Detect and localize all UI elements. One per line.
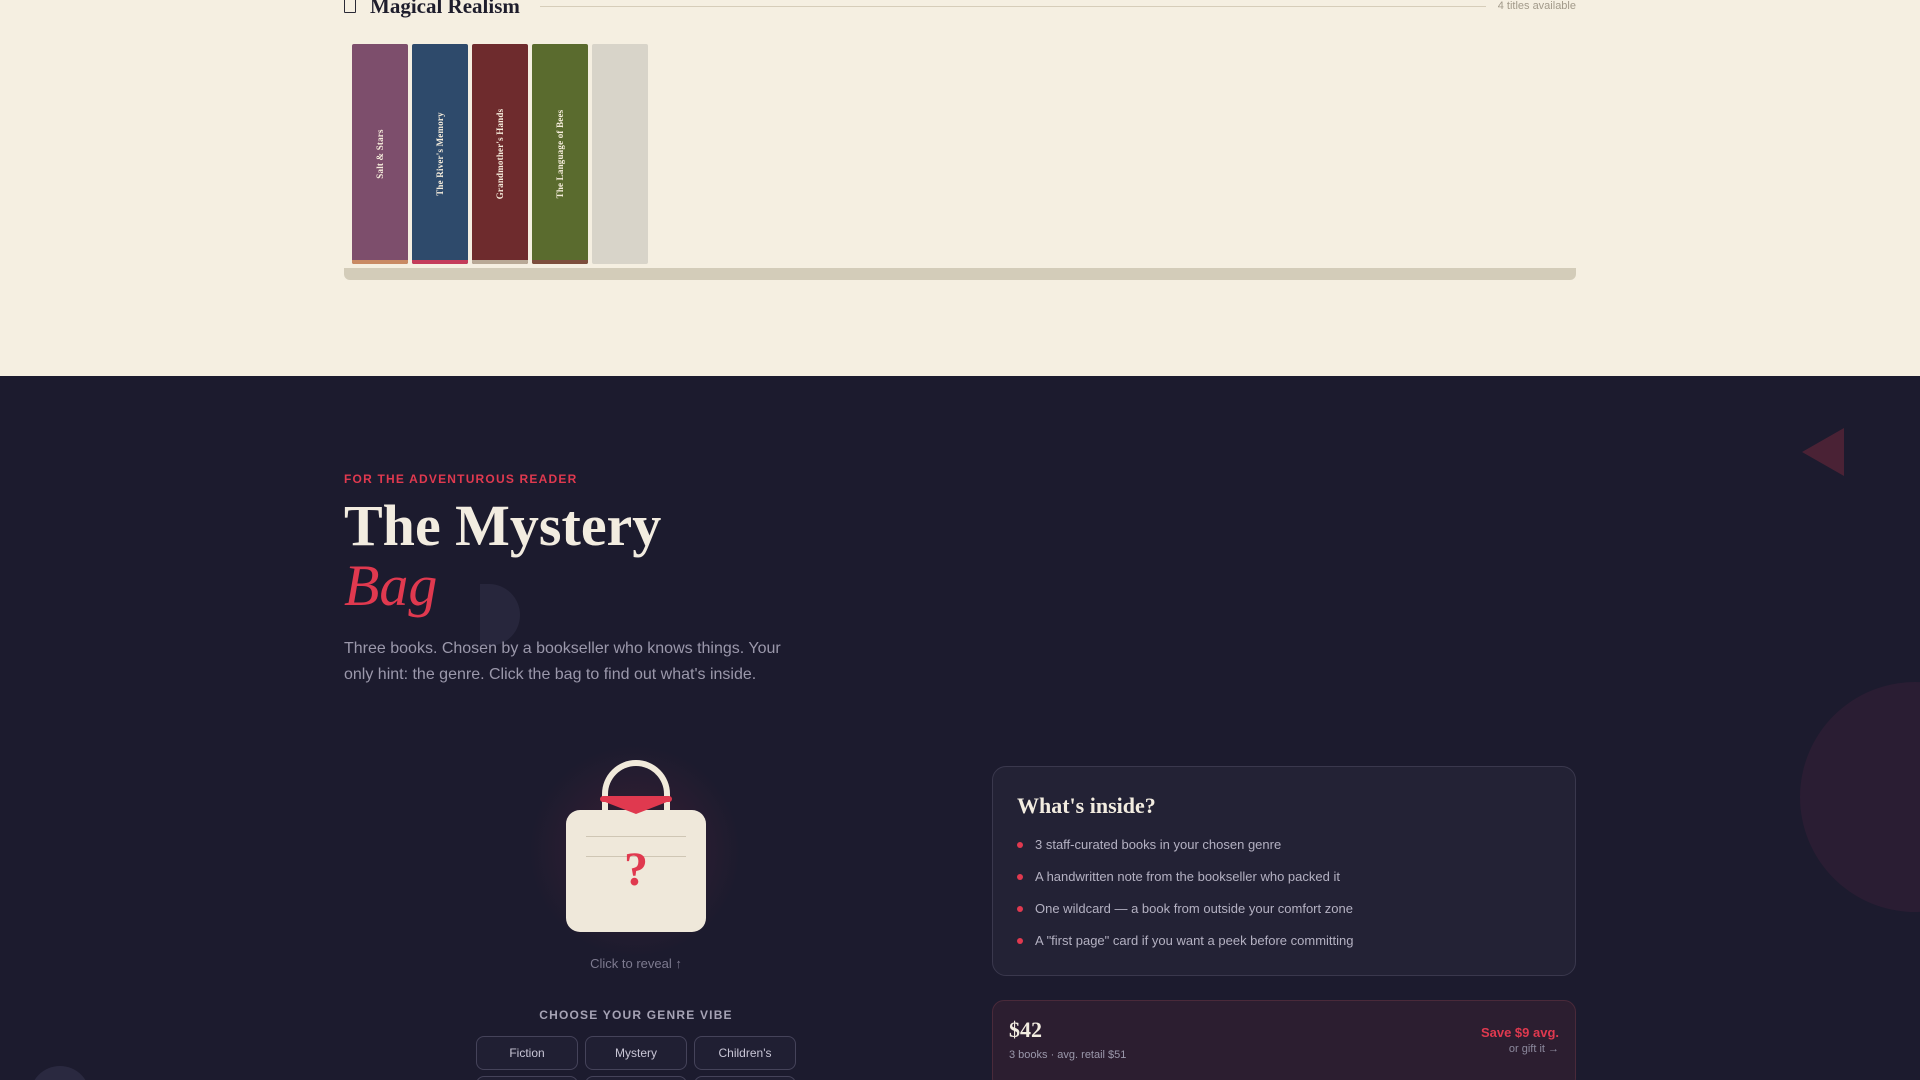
genre-chip-mystery[interactable]: Mystery bbox=[585, 1036, 687, 1070]
decorative-circle bbox=[1800, 682, 1920, 912]
bag-fold-line bbox=[586, 836, 686, 837]
genre-chip[interactable] bbox=[585, 1076, 687, 1080]
book-spine-title: The Language of Bees bbox=[555, 109, 565, 199]
book-spine-base bbox=[472, 260, 528, 264]
section-title: The Mystery bbox=[344, 493, 662, 558]
genre-chip[interactable] bbox=[476, 1076, 578, 1080]
bag-body: ? bbox=[566, 810, 706, 932]
book-spine[interactable]: Grandmother's Hands bbox=[472, 44, 528, 264]
whats-inside-card: What's inside? 3 staff-curated books in … bbox=[992, 766, 1576, 976]
list-item: One wildcard — a book from outside your … bbox=[1017, 901, 1354, 933]
shelf-count: 4 titles available bbox=[1497, 0, 1576, 12]
list-item: 3 staff-curated books in your chosen gen… bbox=[1017, 837, 1354, 869]
shelf-section: Magical Realism 4 titles available Salt … bbox=[0, 0, 1920, 376]
whats-inside-list: 3 staff-curated books in your chosen gen… bbox=[1017, 837, 1354, 965]
bag-ribbon-bow bbox=[600, 800, 672, 814]
shelf-board bbox=[344, 268, 1576, 280]
book-spine[interactable]: The River's Memory bbox=[412, 44, 468, 264]
book-spine-title: The River's Memory bbox=[435, 112, 445, 196]
savings-badge: Save $9 avg. bbox=[1480, 1025, 1559, 1040]
decorative-triangle bbox=[1802, 428, 1844, 476]
mystery-bag-button[interactable]: ? bbox=[564, 760, 708, 936]
mystery-bag-section: FOR THE ADVENTUROUS READER The Mystery B… bbox=[0, 376, 1920, 1080]
book-icon bbox=[344, 0, 356, 13]
section-subtitle: Three books. Chosen by a bookseller who … bbox=[344, 640, 781, 683]
section-eyebrow: FOR THE ADVENTUROUS READER bbox=[344, 472, 578, 486]
shelf-title: Magical Realism bbox=[370, 0, 520, 18]
book-spine-title: Salt & Stars bbox=[375, 129, 385, 179]
genre-chip-fiction[interactable]: Fiction bbox=[476, 1036, 578, 1070]
question-mark-icon: ? bbox=[624, 843, 648, 896]
price-card: $42 3 books · avg. retail $51 Save $9 av… bbox=[992, 1000, 1576, 1080]
book-spine-base bbox=[352, 260, 408, 264]
book-spine-base bbox=[412, 260, 468, 264]
genre-label: CHOOSE YOUR GENRE VIBE bbox=[539, 1008, 733, 1022]
shelf-divider bbox=[539, 5, 1486, 7]
price: $42 bbox=[1009, 1017, 1042, 1042]
reveal-hint: Click to reveal ↑ bbox=[590, 956, 682, 971]
book-spine-base bbox=[532, 260, 588, 264]
gift-link[interactable]: or gift it → bbox=[1509, 1043, 1559, 1055]
whats-inside-title: What's inside? bbox=[1017, 793, 1156, 818]
book-spine-title: Grandmother's Hands bbox=[495, 108, 505, 200]
price-detail: 3 books · avg. retail $51 bbox=[1009, 1049, 1127, 1061]
shelf-header: Magical Realism 4 titles available bbox=[344, 0, 1576, 20]
genre-chip[interactable] bbox=[694, 1076, 796, 1080]
decorative-circle bbox=[30, 1066, 90, 1080]
book-placeholder bbox=[592, 44, 648, 264]
list-item: A "first page" card if you want a peek b… bbox=[1017, 933, 1354, 965]
book-spine[interactable]: The Language of Bees bbox=[532, 44, 588, 264]
book-spine[interactable]: Salt & Stars bbox=[352, 44, 408, 264]
list-item: A handwritten note from the bookseller w… bbox=[1017, 869, 1354, 901]
section-title-accent: Bag bbox=[344, 553, 438, 618]
genre-chip-childrens[interactable]: Children's bbox=[694, 1036, 796, 1070]
